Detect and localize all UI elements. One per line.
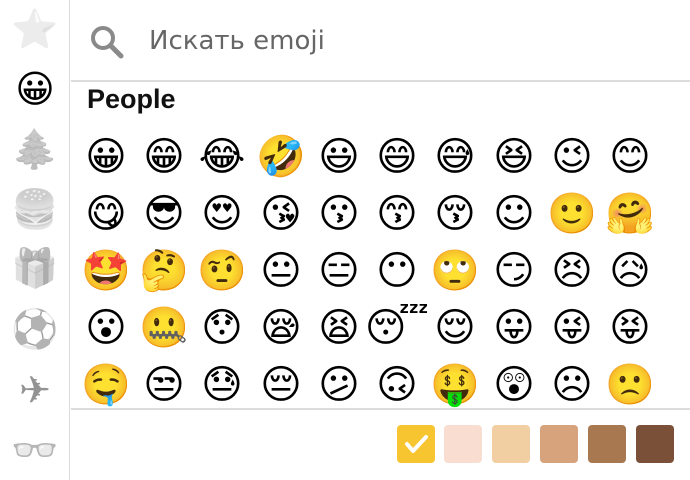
category-sports-icon[interactable]: ⚽ (0, 300, 70, 358)
emoji-button[interactable]: 😶 (369, 243, 425, 299)
emoji-button[interactable]: 😊 (602, 129, 658, 185)
emoji-button[interactable]: 😲 (486, 357, 542, 408)
emoji-button[interactable]: 😒 (136, 357, 192, 408)
emoji-button[interactable]: 😴 (365, 300, 429, 356)
category-travel-icon[interactable]: ✈ (0, 361, 70, 419)
emoji-button[interactable]: 🤑 (427, 357, 483, 408)
skin-tone-medium-dark-button[interactable] (588, 425, 626, 463)
category-nature-icon[interactable]: 🌲 (0, 120, 70, 178)
emoji-button[interactable]: 😋 (78, 186, 134, 242)
category-recent-icon[interactable]: ⭐ (0, 0, 70, 58)
category-food-icon[interactable]: 🍔 (0, 180, 70, 238)
emoji-button[interactable]: 😗 (311, 186, 367, 242)
emoji-button[interactable]: 😯 (194, 300, 250, 356)
category-activity-icon[interactable]: 🎁 (0, 239, 70, 297)
divider (71, 408, 690, 410)
emoji-button[interactable]: 😔 (253, 357, 309, 408)
emoji-button[interactable]: ☺ (486, 186, 542, 242)
skin-tone-medium-light-button[interactable] (492, 425, 530, 463)
emoji-button[interactable]: 😀 (78, 129, 134, 185)
emoji-button[interactable]: 😃 (311, 129, 367, 185)
emoji-button[interactable]: ☹ (544, 357, 600, 408)
emoji-button[interactable]: 🤣 (253, 129, 309, 185)
skin-tone-dark-button[interactable] (636, 425, 674, 463)
checkmark-icon (405, 435, 428, 453)
emoji-button[interactable]: 🙁 (602, 357, 658, 408)
category-people-icon[interactable]: 😀 (0, 60, 70, 118)
emoji-button[interactable]: 😫 (311, 300, 367, 356)
emoji-button[interactable]: 😂 (194, 129, 250, 185)
emoji-button[interactable]: 😮 (78, 300, 134, 356)
emoji-button[interactable]: 😜 (544, 300, 600, 356)
emoji-button[interactable]: 😪 (253, 300, 309, 356)
category-objects-icon[interactable]: 👓 (0, 421, 70, 479)
section-title: People (87, 84, 176, 114)
category-sidebar: ⭐ 😀 🌲 🍔 🎁 ⚽ ✈ 👓 (0, 0, 70, 480)
emoji-button[interactable]: 😙 (369, 186, 425, 242)
emoji-button[interactable]: 😘 (253, 186, 309, 242)
emoji-button[interactable]: 🤐 (136, 300, 192, 356)
emoji-button[interactable]: 😣 (544, 243, 600, 299)
emoji-button[interactable]: 😌 (427, 300, 483, 356)
emoji-button[interactable]: 😐 (253, 243, 309, 299)
emoji-button[interactable]: 🤨 (194, 243, 250, 299)
skin-tone-default-button[interactable] (397, 425, 435, 463)
search-bar (71, 0, 690, 82)
emoji-button[interactable]: 😄 (369, 129, 425, 185)
emoji-button[interactable]: 😁 (136, 129, 192, 185)
emoji-button[interactable]: 😥 (602, 243, 658, 299)
emoji-button[interactable]: 😍 (194, 186, 250, 242)
emoji-button[interactable]: 🤗 (602, 186, 658, 242)
search-icon (91, 26, 124, 59)
emoji-button[interactable]: 🤔 (136, 243, 192, 299)
emoji-button[interactable]: 😛 (486, 300, 542, 356)
emoji-button[interactable]: 😕 (311, 357, 367, 408)
emoji-grid: 😀 😁 😂 🤣 😃 😄 😅 😆 😉 😊 😋 😎 😍 😘 😗 😙 😚 ☺ 🙂 🤗 🤩 🤔 🤨 😐 😑 😶 🙄 😏 😣 😥 😮 🤐 😯 😪 😫 😴 😌 😛 😜 😝… (78, 128, 668, 408)
emoji-button[interactable]: 🙄 (427, 243, 483, 299)
emoji-button[interactable]: 😝 (602, 300, 658, 356)
emoji-button[interactable]: 😅 (427, 129, 483, 185)
search-input[interactable] (149, 18, 669, 64)
emoji-button[interactable]: 😓 (194, 357, 250, 408)
emoji-button[interactable]: 🤤 (78, 357, 134, 408)
emoji-button[interactable]: 🤩 (78, 243, 134, 299)
skin-tone-medium-button[interactable] (540, 425, 578, 463)
skin-tone-light-button[interactable] (444, 425, 482, 463)
emoji-button[interactable]: 😎 (136, 186, 192, 242)
emoji-button[interactable]: 😚 (427, 186, 483, 242)
emoji-button[interactable]: 😏 (486, 243, 542, 299)
emoji-button[interactable]: 😉 (544, 129, 600, 185)
emoji-button[interactable]: 🙃 (369, 357, 425, 408)
emoji-button[interactable]: 😑 (311, 243, 367, 299)
emoji-button[interactable]: 😆 (486, 129, 542, 185)
emoji-button[interactable]: 🙂 (544, 186, 600, 242)
